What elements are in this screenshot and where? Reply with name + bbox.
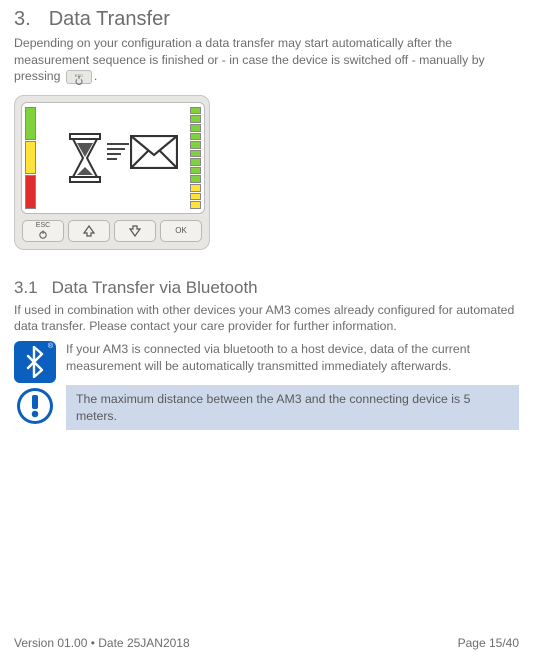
- bluetooth-glyph-icon: [25, 346, 45, 378]
- device-body: ESC OK: [14, 95, 210, 250]
- bluetooth-note-text: If your AM3 is connected via bluetooth t…: [66, 341, 519, 383]
- device-ok-button: OK: [160, 220, 202, 242]
- arrow-up-icon: [82, 224, 96, 238]
- footer-page: Page 15/40: [458, 636, 519, 650]
- device-illustration: ESC OK: [14, 95, 519, 250]
- device-up-button: [68, 220, 110, 242]
- device-down-button: [114, 220, 156, 242]
- section-intro: Depending on your configuration a data t…: [14, 35, 519, 85]
- section-title: Data Transfer: [49, 8, 170, 31]
- warning-block: The maximum distance between the AM3 and…: [14, 385, 519, 430]
- hourglass-icon: [67, 133, 103, 183]
- subsection-intro: If used in combination with other device…: [14, 302, 519, 335]
- data-lines-icon: [107, 143, 129, 160]
- section-number: 3.: [14, 8, 31, 31]
- section-heading: 3. Data Transfer: [14, 8, 519, 31]
- power-icon: [38, 229, 48, 239]
- intro-text-2: .: [94, 69, 97, 83]
- envelope-icon: [130, 135, 178, 169]
- arrow-down-icon: [128, 224, 142, 238]
- device-screen: [21, 102, 205, 214]
- warning-text: The maximum distance between the AM3 and…: [66, 385, 519, 430]
- bluetooth-icon: ®: [14, 341, 56, 383]
- device-esc-button: ESC: [22, 220, 64, 242]
- device-button-row: ESC OK: [21, 220, 203, 242]
- warning-icon: [14, 385, 56, 427]
- page-footer: Version 01.00 • Date 25JAN2018 Page 15/4…: [14, 636, 519, 650]
- ok-label: OK: [175, 226, 187, 235]
- subsection-title: Data Transfer via Bluetooth: [52, 278, 258, 298]
- left-signal-bars: [25, 107, 36, 209]
- right-signal-bars: [190, 107, 201, 209]
- bluetooth-note-block: ® If your AM3 is connected via bluetooth…: [14, 341, 519, 383]
- subsection-heading: 3.1 Data Transfer via Bluetooth: [14, 278, 519, 298]
- subsection-number: 3.1: [14, 278, 38, 298]
- esc-label: ESC: [36, 222, 50, 229]
- registered-mark: ®: [48, 343, 53, 350]
- footer-version: Version 01.00 • Date 25JAN2018: [14, 636, 190, 650]
- esc-key-icon: [66, 70, 92, 84]
